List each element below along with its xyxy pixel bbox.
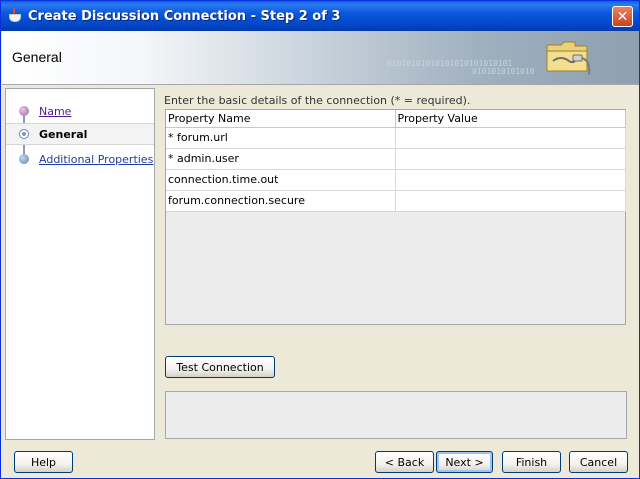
visited-step-icon xyxy=(19,106,29,116)
nav-item-label: General xyxy=(39,127,88,141)
test-connection-button[interactable]: Test Connection xyxy=(165,356,275,378)
nav-item-name[interactable]: Name xyxy=(6,100,154,122)
status-message-area xyxy=(165,391,627,439)
property-value-cell[interactable] xyxy=(395,190,626,212)
property-value-cell[interactable] xyxy=(395,169,626,191)
finish-button[interactable]: Finish xyxy=(502,451,561,473)
close-button[interactable]: ✕ xyxy=(612,6,633,27)
property-name-cell: connection.time.out xyxy=(166,169,396,191)
dialog-window: Create Discussion Connection - Step 2 of… xyxy=(0,0,640,479)
property-value-cell[interactable] xyxy=(395,148,626,170)
table-row: connection.time.out xyxy=(166,169,626,191)
title-bar[interactable]: Create Discussion Connection - Step 2 of… xyxy=(1,1,639,31)
nav-item-label[interactable]: Additional Properties xyxy=(39,153,153,166)
instruction-text: Enter the basic details of the connectio… xyxy=(164,94,471,107)
help-button[interactable]: Help xyxy=(14,451,73,473)
header-binary-text-2: 0101010101010 xyxy=(472,67,535,76)
property-name-cell: * forum.url xyxy=(166,127,396,149)
property-value-cell[interactable] xyxy=(395,127,626,149)
nav-item-additional-properties[interactable]: Additional Properties xyxy=(6,148,154,170)
folder-plug-icon xyxy=(546,41,591,76)
main-panel: Enter the basic details of the connectio… xyxy=(164,92,629,442)
column-header-property-name[interactable]: Property Name xyxy=(166,110,396,128)
property-name-cell: forum.connection.secure xyxy=(166,190,396,212)
current-step-icon xyxy=(19,129,29,139)
property-name-cell: * admin.user xyxy=(166,148,396,170)
window-title: Create Discussion Connection - Step 2 of… xyxy=(28,8,341,24)
close-icon: ✕ xyxy=(616,8,629,25)
future-step-icon xyxy=(19,154,29,164)
column-header-property-value[interactable]: Property Value xyxy=(395,110,626,128)
cancel-button[interactable]: Cancel xyxy=(569,451,628,473)
coffee-cup-icon xyxy=(7,8,23,24)
table-row: * admin.user xyxy=(166,148,626,170)
properties-table: Property Name Property Value * forum.url… xyxy=(165,109,626,325)
table-header-row: Property Name Property Value xyxy=(166,110,626,128)
page-title: General xyxy=(12,49,62,65)
next-button[interactable]: Next > xyxy=(436,451,493,473)
header-banner: General 01010101010101010101010101 01010… xyxy=(2,31,639,85)
table-row: * forum.url xyxy=(166,127,626,149)
nav-item-general[interactable]: General xyxy=(6,123,154,145)
table-row: forum.connection.secure xyxy=(166,190,626,212)
wizard-nav: Name General Additional Properties xyxy=(5,88,155,440)
back-button[interactable]: < Back xyxy=(375,451,434,473)
nav-item-label[interactable]: Name xyxy=(39,105,71,118)
